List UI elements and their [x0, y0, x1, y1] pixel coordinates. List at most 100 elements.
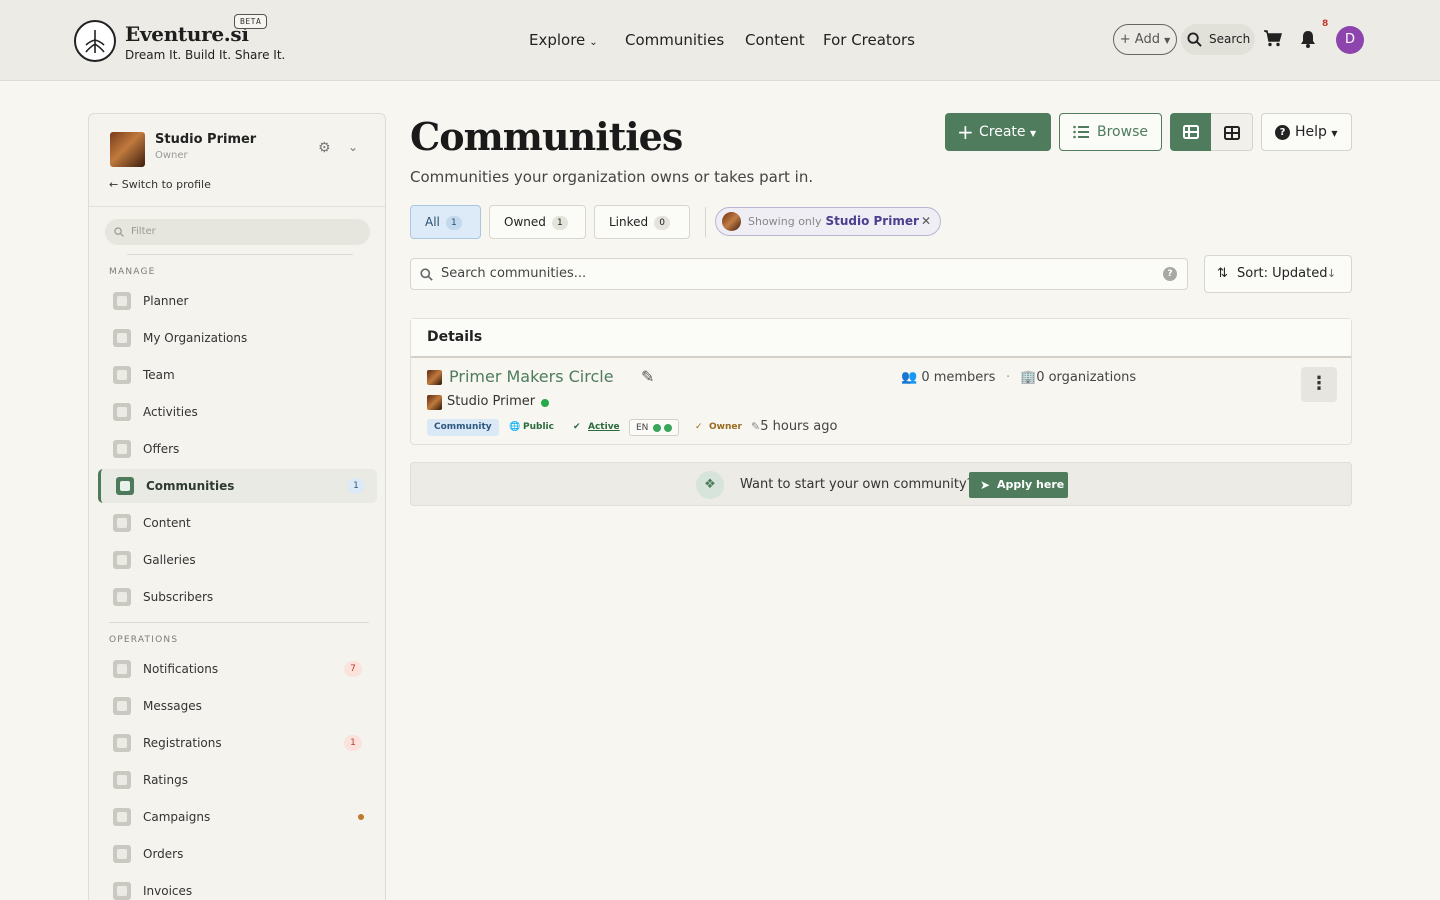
- filter-placeholder: Filter: [131, 226, 156, 237]
- nav-explore[interactable]: Explore ⌄: [529, 31, 598, 49]
- bell-icon[interactable]: [1300, 30, 1316, 48]
- bag-icon: [113, 845, 131, 863]
- brand-name[interactable]: Eventure.si: [125, 22, 249, 46]
- tab-linked[interactable]: Linked 0: [594, 205, 690, 239]
- tree-logo-icon[interactable]: [74, 20, 116, 62]
- tab-all[interactable]: All 1: [410, 205, 481, 239]
- help-circle-icon[interactable]: ?: [1163, 267, 1177, 281]
- sidebar-item-ratings[interactable]: Ratings: [98, 763, 377, 797]
- org-filter-chip[interactable]: Showing only Studio Primer ✕: [715, 207, 941, 236]
- sidebar-item-label: Subscribers: [143, 590, 214, 604]
- divider: [127, 254, 353, 255]
- community-name-link[interactable]: Primer Makers Circle: [449, 367, 614, 386]
- org-name[interactable]: Studio Primer: [155, 132, 256, 147]
- sidebar-item-label: Planner: [143, 294, 189, 308]
- divider: [109, 622, 369, 623]
- apply-button-label: Apply here: [997, 478, 1065, 491]
- updated-time: ✎5 hours ago: [751, 419, 837, 434]
- more-options-button[interactable]: ⋮: [1301, 367, 1337, 402]
- role-badge: ✓ Owner: [695, 419, 742, 436]
- sort-icon: ⇅: [1217, 266, 1228, 281]
- user-avatar[interactable]: D: [1336, 26, 1364, 54]
- tab-count: 1: [445, 215, 462, 230]
- nav-content[interactable]: Content: [745, 31, 805, 49]
- page-subtitle: Communities your organization owns or ta…: [410, 168, 814, 186]
- sidebar-item-label: Orders: [143, 847, 184, 861]
- grid-icon: [1224, 126, 1240, 140]
- sidebar-item-content[interactable]: Content: [98, 506, 377, 540]
- sidebar-item-label: Ratings: [143, 773, 188, 787]
- plus-icon: +: [957, 120, 974, 144]
- table-view-toggle[interactable]: [1170, 113, 1211, 151]
- images-icon: [113, 551, 131, 569]
- search-icon: [114, 227, 124, 237]
- status-badge[interactable]: ✔ Active: [573, 419, 620, 436]
- notification-count-badge: 8: [1322, 19, 1329, 29]
- org-avatar[interactable]: [110, 132, 145, 167]
- grid-view-toggle[interactable]: [1211, 113, 1253, 151]
- sidebar-item-registrations[interactable]: Registrations 1: [98, 726, 377, 760]
- sidebar-item-activities[interactable]: Activities: [98, 395, 377, 429]
- beta-badge: BETA: [234, 14, 268, 29]
- sidebar-item-label: Team: [143, 368, 175, 382]
- gear-icon[interactable]: ⚙: [318, 140, 331, 156]
- users-icon: [113, 366, 131, 384]
- sidebar-item-team[interactable]: Team: [98, 358, 377, 392]
- calendar-icon: [113, 292, 131, 310]
- org-avatar: [722, 212, 741, 231]
- visibility-badge: 🌐 Public: [509, 419, 554, 436]
- sidebar-item-notifications[interactable]: Notifications 7: [98, 652, 377, 686]
- community-icon: [116, 477, 134, 495]
- separator-dot: ·: [1006, 370, 1011, 385]
- sidebar-item-messages[interactable]: Messages: [98, 689, 377, 723]
- top-navbar: Eventure.si BETA Dream It. Build It. Sha…: [0, 0, 1440, 81]
- sidebar-item-galleries[interactable]: Galleries: [98, 543, 377, 577]
- sidebar-item-offers[interactable]: Offers: [98, 432, 377, 466]
- members-count: 👥 0 members: [901, 370, 995, 385]
- file-icon: [113, 882, 131, 900]
- sidebar-item-campaigns[interactable]: Campaigns: [98, 800, 377, 834]
- switch-to-profile-link[interactable]: ← Switch to profile: [109, 178, 211, 191]
- tab-count: 0: [654, 215, 671, 230]
- sidebar-item-subscribers[interactable]: Subscribers: [98, 580, 377, 614]
- sidebar-item-label: My Organizations: [143, 331, 248, 345]
- tab-count: 1: [551, 215, 568, 230]
- sidebar-item-orders[interactable]: Orders: [98, 837, 377, 871]
- add-button[interactable]: + Add ▼: [1113, 24, 1177, 55]
- create-button[interactable]: + Create ▼: [945, 113, 1051, 151]
- cart-icon[interactable]: [1264, 30, 1282, 47]
- sidebar: Studio Primer Owner ⚙ ⌄ ← Switch to prof…: [88, 113, 386, 900]
- sort-direction-icon[interactable]: ↓: [1327, 256, 1336, 292]
- help-button[interactable]: ? Help ▼: [1261, 113, 1352, 151]
- language-badge: EN: [629, 419, 680, 436]
- sort-button[interactable]: ⇅ Sort: Updated ↓: [1204, 255, 1352, 293]
- sidebar-item-planner[interactable]: Planner: [98, 284, 377, 318]
- status-dot: [358, 814, 364, 820]
- check-icon: ✓: [695, 422, 703, 432]
- browse-button[interactable]: Browse: [1059, 113, 1162, 151]
- nav-for-creators[interactable]: For Creators: [823, 31, 915, 49]
- edit-icon[interactable]: ✎: [641, 367, 654, 386]
- nav-communities[interactable]: Communities: [625, 31, 724, 49]
- org-role: Owner: [155, 150, 188, 161]
- language-label: EN: [636, 423, 649, 433]
- sidebar-item-my-organizations[interactable]: My Organizations: [98, 321, 377, 355]
- members-count-label: 0 members: [921, 370, 996, 385]
- sidebar-item-invoices[interactable]: Invoices: [98, 874, 377, 900]
- search-communities-input[interactable]: Search communities... ?: [410, 258, 1188, 290]
- star-icon: [113, 771, 131, 789]
- apply-here-button[interactable]: ➤ Apply here: [969, 472, 1068, 498]
- brand-tagline: Dream It. Build It. Share It.: [125, 48, 286, 62]
- sidebar-item-communities[interactable]: Communities 1: [98, 469, 377, 503]
- tab-label: Linked: [609, 215, 649, 229]
- sidebar-filter-input[interactable]: Filter: [105, 219, 370, 245]
- role-label: Owner: [709, 422, 742, 432]
- divider: [89, 206, 385, 207]
- manage-section-title: MANAGE: [109, 267, 156, 277]
- tab-owned[interactable]: Owned 1: [489, 205, 586, 239]
- close-icon[interactable]: ✕: [921, 208, 931, 235]
- chevron-down-icon[interactable]: ⌄: [348, 140, 358, 154]
- community-org[interactable]: Studio Primer: [447, 394, 535, 409]
- browse-button-label: Browse: [1097, 124, 1148, 140]
- search-button[interactable]: Search: [1181, 24, 1255, 55]
